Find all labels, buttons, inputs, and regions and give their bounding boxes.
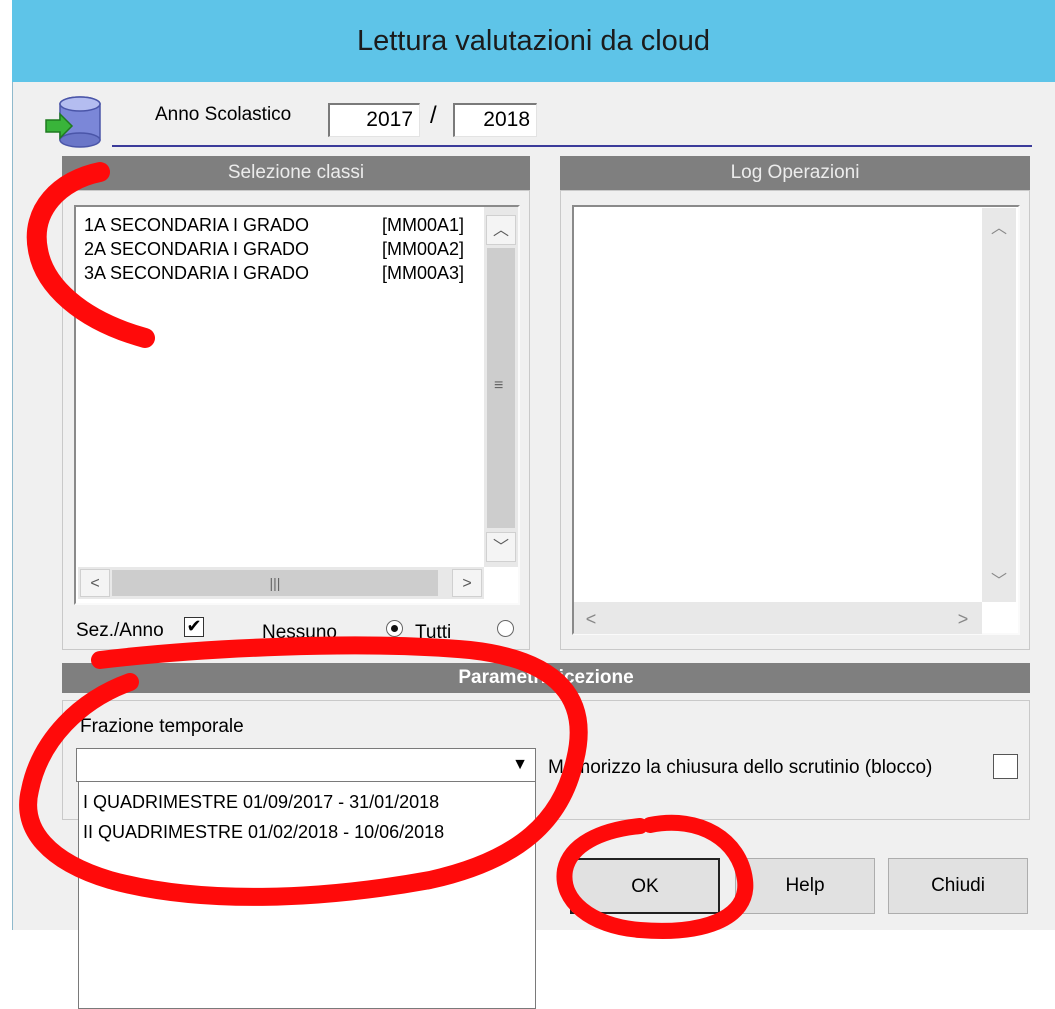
params-panel-header: Parametri ricezione [62, 663, 1030, 693]
dropdown-option[interactable]: II QUADRIMESTRE 01/02/2018 - 10/06/2018 [83, 822, 444, 843]
ok-button[interactable]: OK [570, 858, 720, 914]
log-output[interactable] [572, 205, 1020, 635]
class-code: [MM00A1] [382, 215, 465, 235]
classes-hscroll-thumb[interactable]: ||| [112, 570, 438, 596]
class-code: [MM00A2] [382, 239, 465, 259]
nessuno-label: Nessuno [262, 622, 337, 643]
frazione-temporale-combobox[interactable] [76, 748, 536, 782]
scroll-left-icon[interactable]: < [578, 606, 604, 632]
list-item[interactable]: 1A SECONDARIA I GRADO [MM00A1] [84, 215, 464, 236]
scroll-up-icon[interactable]: ︿ [486, 215, 516, 245]
scroll-down-icon[interactable]: ﹀ [486, 532, 516, 562]
tutti-label: Tutti [415, 622, 452, 643]
list-item[interactable]: 3A SECONDARIA I GRADO [MM00A3] [84, 263, 464, 284]
scroll-right-icon[interactable]: > [452, 569, 482, 597]
chevron-down-icon[interactable]: ▼ [508, 752, 532, 778]
window-title: Lettura valutazioni da cloud [356, 25, 711, 57]
memorizzo-chiusura-checkbox[interactable] [993, 754, 1018, 779]
frazione-temporale-label: Frazione temporale [80, 716, 244, 737]
anno-scolastico-label: Anno Scolastico [155, 104, 292, 125]
scroll-left-icon[interactable]: < [80, 569, 110, 597]
scroll-up-icon[interactable]: ︿ [984, 215, 1014, 243]
scroll-right-icon[interactable]: > [950, 606, 976, 632]
class-name: 2A SECONDARIA I GRADO [84, 239, 310, 259]
dropdown-option[interactable]: I QUADRIMESTRE 01/09/2017 - 31/01/2018 [83, 792, 439, 813]
header-divider [112, 145, 1032, 147]
frazione-dropdown-list[interactable]: I QUADRIMESTRE 01/09/2017 - 31/01/2018 I… [78, 782, 536, 1009]
tutti-radio[interactable] [497, 620, 514, 637]
classes-panel-header: Selezione classi [62, 156, 530, 190]
year-separator: / [430, 102, 437, 129]
class-code: [MM00A3] [382, 263, 465, 283]
database-cloud-icon [40, 94, 108, 152]
help-button[interactable]: Help [735, 858, 875, 914]
log-panel-header: Log Operazioni [560, 156, 1030, 190]
grip-icon: ≡ [494, 377, 504, 394]
log-vertical-scrollbar[interactable] [982, 208, 1016, 602]
radio-selected-dot [391, 625, 398, 632]
year-end-field[interactable]: 2018 [453, 103, 537, 137]
memorizzo-chiusura-label: Memorizzo la chiusura dello scrutinio (b… [548, 757, 933, 778]
list-item[interactable]: 2A SECONDARIA I GRADO [MM00A2] [84, 239, 464, 260]
sez-anno-checkbox[interactable]: ✔ [184, 617, 204, 637]
class-name: 3A SECONDARIA I GRADO [84, 263, 310, 283]
log-horizontal-scrollbar[interactable] [574, 602, 982, 634]
sez-anno-label: Sez./Anno [76, 620, 164, 641]
class-name: 1A SECONDARIA I GRADO [84, 215, 310, 235]
close-button[interactable]: Chiudi [888, 858, 1028, 914]
scroll-down-icon[interactable]: ﹀ [984, 568, 1014, 596]
classes-list[interactable]: 1A SECONDARIA I GRADO [MM00A1] 2A SECOND… [74, 205, 520, 605]
year-start-field[interactable]: 2017 [328, 103, 420, 137]
